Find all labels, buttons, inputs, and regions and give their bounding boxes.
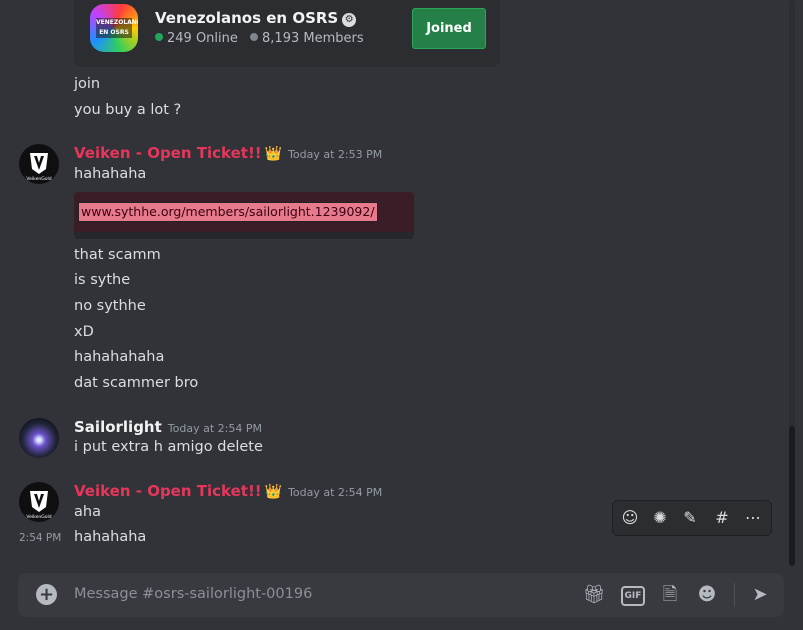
plus-icon[interactable]: + (36, 584, 57, 605)
message-text: you buy a lot ? (74, 102, 182, 118)
message-text: hahahahaha (74, 349, 165, 365)
message-text: hahahaha (74, 166, 147, 182)
message-input[interactable]: Message #osrs-sailorlight-00196 (74, 586, 312, 602)
crown-icon: 👑 (264, 146, 283, 162)
joined-button[interactable]: Joined (412, 8, 486, 49)
send-icon[interactable]: ➤ (748, 583, 772, 607)
server-stats: 249 Online 8,193 Members (155, 31, 364, 46)
message-text: dat scammer bro (74, 375, 199, 391)
member-count: 8,193 Members (262, 31, 364, 46)
message-text: that scamm (74, 247, 161, 263)
super-reaction-icon[interactable]: ✺ (647, 505, 673, 531)
server-icon[interactable]: VENEZOLANOS EN OSRS (90, 4, 138, 52)
edit-icon[interactable]: ✎ (677, 505, 703, 531)
members-dot-icon (250, 33, 259, 41)
more-icon[interactable]: ⋯ (740, 505, 766, 531)
svg-text:VeikenGold: VeikenGold (26, 514, 51, 520)
composer-divider (734, 583, 735, 607)
embed-footer (74, 232, 414, 239)
message-timestamp[interactable]: Today at 2:53 PM (288, 148, 382, 161)
server-name[interactable]: Venezolanos en OSRS ⚙ (155, 9, 357, 27)
emoji-icon[interactable]: ☻ (695, 583, 719, 607)
gif-icon[interactable]: GIF (621, 586, 645, 606)
message-composer: + Message #osrs-sailorlight-00196 🎁︎ GIF… (18, 573, 784, 617)
message-timestamp[interactable]: Today at 2:54 PM (168, 422, 262, 435)
message-text: i put extra h amigo delete (74, 439, 263, 455)
message-header: Veiken - Open Ticket!! 👑 Today at 2:54 PM (74, 482, 382, 500)
message-header: Sailorlight Today at 2:54 PM (74, 418, 262, 436)
embed-link[interactable]: www.sythhe.org/members/sailorlight.12390… (78, 202, 378, 222)
message-actions-toolbar: ☺ ✺ ✎ # ⋯ (612, 500, 772, 536)
sticker-icon[interactable]: 🗎︎ (658, 583, 682, 607)
server-icon-text: VENEZOLANOS EN OSRS (96, 18, 138, 38)
author-name[interactable]: Sailorlight (74, 418, 162, 436)
veiken-logo-icon: VeikenGold (26, 153, 52, 182)
crown-icon: 👑 (264, 484, 283, 500)
online-count: 249 Online (167, 31, 238, 46)
online-dot-icon (155, 33, 163, 41)
author-name[interactable]: Veiken - Open Ticket!! (74, 144, 262, 162)
avatar[interactable] (19, 418, 59, 458)
gift-icon[interactable]: 🎁︎ (582, 583, 606, 607)
avatar[interactable]: VeikenGold (19, 482, 59, 522)
message-text: join (74, 76, 101, 92)
message-header: Veiken - Open Ticket!! 👑 Today at 2:53 PM (74, 144, 382, 162)
server-name-text: Venezolanos en OSRS (155, 9, 339, 27)
message-text: is sythe (74, 272, 131, 288)
hover-timestamp[interactable]: 2:54 PM (19, 532, 61, 544)
server-invite-card: VENEZOLANOS EN OSRS Venezolanos en OSRS⚙… (74, 0, 500, 67)
verified-gear-icon: ⚙ (342, 13, 357, 27)
message-text: no sythhe (74, 298, 146, 314)
create-thread-icon[interactable]: # (709, 505, 735, 531)
message-text: aha (74, 504, 101, 520)
author-name[interactable]: Veiken - Open Ticket!! (74, 482, 262, 500)
scrollbar-thumb[interactable] (789, 426, 795, 566)
message-timestamp[interactable]: Today at 2:54 PM (288, 486, 382, 499)
svg-text:VeikenGold: VeikenGold (26, 176, 51, 182)
veiken-logo-icon: VeikenGold (26, 491, 52, 520)
avatar[interactable]: VeikenGold (19, 144, 59, 184)
message-text: xD (74, 324, 94, 340)
message-text: hahahaha (74, 529, 147, 545)
add-reaction-icon[interactable]: ☺ (617, 505, 643, 531)
link-embed: www.sythhe.org/members/sailorlight.12390… (74, 192, 414, 239)
